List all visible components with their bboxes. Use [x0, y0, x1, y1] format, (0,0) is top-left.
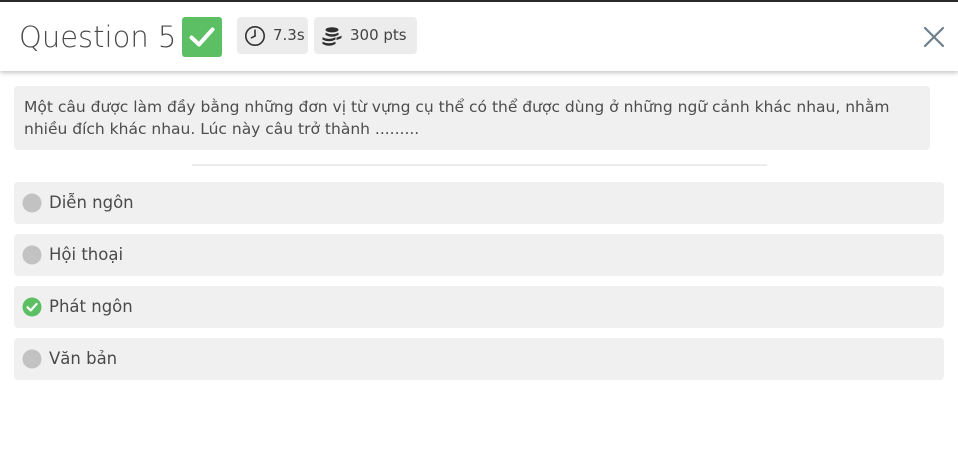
answer-option-correct[interactable]: Phát ngôn [14, 286, 944, 328]
coins-icon [322, 27, 342, 46]
answer-label: Hội thoại [49, 245, 124, 264]
clock-icon [245, 26, 265, 46]
unselected-dot-icon [22, 349, 42, 369]
correct-badge [182, 17, 222, 57]
answer-label: Phát ngôn [49, 297, 133, 316]
points-chip: 300 pts [314, 17, 417, 54]
answer-option[interactable]: Hội thoại [14, 234, 944, 276]
quiz-review-screen: Question 5 7.3s 300 pts Một câu được làm… [0, 0, 958, 472]
unselected-dot-icon [22, 193, 42, 213]
question-text: Một câu được làm đầy bằng những đơn vị t… [24, 98, 890, 138]
answer-option[interactable]: Diễn ngôn [14, 182, 944, 224]
time-value: 7.3s [273, 26, 305, 44]
unselected-dot-icon [22, 245, 42, 265]
answer-label: Văn bản [49, 349, 118, 368]
question-card: Một câu được làm đầy bằng những đơn vị t… [14, 86, 930, 150]
answer-label: Diễn ngôn [49, 193, 134, 212]
time-chip: 7.3s [237, 17, 308, 54]
answer-option[interactable]: Văn bản [14, 338, 944, 380]
divider [192, 164, 767, 166]
question-title: Question 5 [19, 20, 177, 54]
points-value: 300 pts [350, 26, 407, 44]
check-icon [189, 27, 215, 47]
close-icon[interactable] [918, 21, 950, 53]
question-header: Question 5 7.3s 300 pts [0, 2, 958, 71]
check-circle-icon [22, 297, 42, 317]
close-button[interactable] [918, 21, 950, 53]
